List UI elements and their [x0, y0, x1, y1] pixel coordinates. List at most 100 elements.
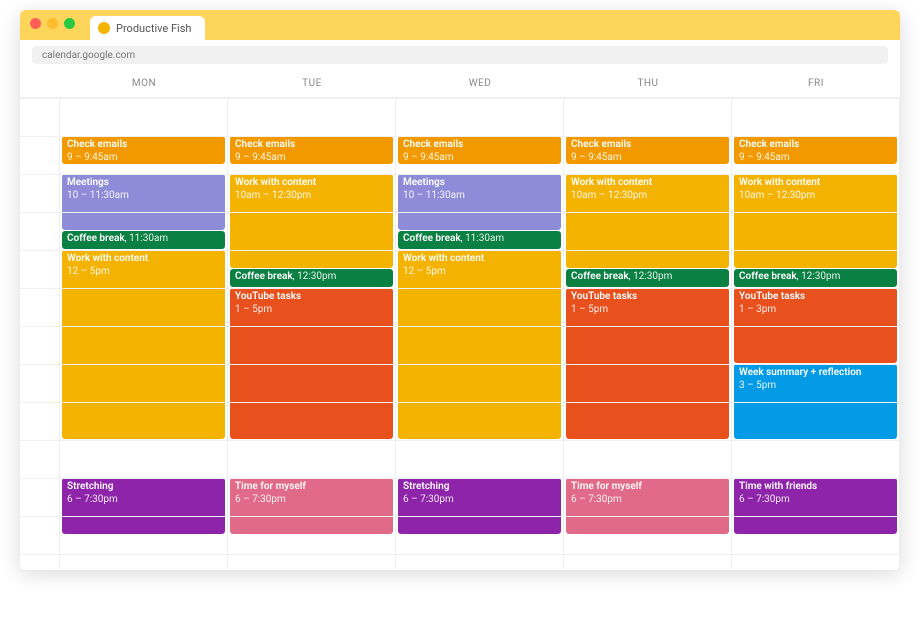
close-icon[interactable]	[30, 18, 41, 29]
event-title: Meetings	[67, 177, 220, 190]
event-title: Time for myself	[235, 481, 388, 494]
calendar-event[interactable]: Check emails9 – 9:45am	[566, 136, 729, 164]
event-title: Coffee break	[739, 271, 797, 282]
calendar-event[interactable]: YouTube tasks1 – 5pm	[566, 288, 729, 439]
calendar-event[interactable]: Work with content10am – 12:30pm	[230, 174, 393, 268]
event-time: 10am – 12:30pm	[571, 190, 724, 203]
day-column-fri[interactable]: Check emails9 – 9:45amWork with content1…	[732, 98, 900, 570]
maximize-icon[interactable]	[64, 18, 75, 29]
event-title: YouTube tasks	[235, 291, 388, 304]
event-time: 12 – 5pm	[403, 266, 556, 279]
event-title: Stretching	[403, 481, 556, 494]
calendar-event[interactable]: Check emails9 – 9:45am	[230, 136, 393, 164]
event-time: 6 – 7:30pm	[571, 494, 724, 507]
day-column-mon[interactable]: Check emails9 – 9:45am Meetings10 – 11:30…	[60, 98, 228, 570]
event-title: Check emails	[235, 139, 388, 152]
calendar-grid[interactable]: Check emails9 – 9:45amMeetings10 – 11:30…	[20, 98, 900, 570]
event-title: Coffee break	[235, 271, 293, 282]
calendar-event[interactable]: Stretching6 – 7:30pm	[398, 478, 561, 534]
event-time: 9 – 9:45am	[67, 152, 220, 164]
event-title: Work with content	[67, 253, 220, 266]
calendar-event[interactable]: YouTube tasks1 – 3pm	[734, 288, 897, 363]
calendar-event[interactable]: Work with content10am – 12:30pm	[566, 174, 729, 268]
event-time: 10am – 12:30pm	[235, 190, 388, 203]
calendar-event[interactable]: Meetings10 – 11:30am	[62, 174, 225, 230]
calendar-event[interactable]: Coffee break 12:30pm	[566, 269, 729, 287]
event-title: Work with content	[403, 253, 556, 266]
event-time: 6 – 7:30pm	[403, 494, 556, 507]
event-time: 6 – 7:30pm	[235, 494, 388, 507]
event-time: 11:30am	[129, 233, 168, 244]
calendar-event[interactable]: YouTube tasks1 – 5pm	[230, 288, 393, 439]
event-time: 9 – 9:45am	[571, 152, 724, 164]
event-title: Coffee break	[67, 233, 125, 244]
day-header-fri: FRI	[732, 70, 900, 98]
event-time: 12:30pm	[801, 271, 840, 282]
calendar-event[interactable]: Time for myself6 – 7:30pm	[230, 478, 393, 534]
event-title: Time for myself	[571, 481, 724, 494]
browser-window: Productive Fish calendar.google.com MON …	[20, 10, 900, 570]
event-time: 6 – 7:30pm	[67, 494, 220, 507]
calendar-event[interactable]: Time with friends6 – 7:30pm	[734, 478, 897, 534]
day-header-thu: THU	[564, 70, 732, 98]
calendar-event[interactable]: Check emails9 – 9:45am	[62, 136, 225, 164]
calendar-event[interactable]: Time for myself6 – 7:30pm	[566, 478, 729, 534]
address-bar[interactable]: calendar.google.com	[32, 46, 888, 64]
event-time: 1 – 5pm	[235, 304, 388, 317]
calendar-event[interactable]: Work with content12 – 5pm	[398, 250, 561, 439]
event-time: 9 – 9:45am	[403, 152, 556, 164]
event-time: 12 – 5pm	[67, 266, 220, 279]
event-time: 12:30pm	[633, 271, 672, 282]
window-controls	[30, 18, 75, 29]
day-header-mon: MON	[60, 70, 228, 98]
calendar-event[interactable]: Work with content12 – 5pm	[62, 250, 225, 439]
calendar-event[interactable]: Work with content10am – 12:30pm	[734, 174, 897, 268]
favicon-icon	[98, 22, 110, 34]
event-title: YouTube tasks	[571, 291, 724, 304]
day-headers: MON TUE WED THU FRI	[20, 70, 900, 98]
event-time: 9 – 9:45am	[739, 152, 892, 164]
event-title: Coffee break	[571, 271, 629, 282]
day-header-tue: TUE	[228, 70, 396, 98]
gutter-header	[20, 70, 60, 98]
event-title: Coffee break	[403, 233, 461, 244]
calendar-event[interactable]: Week summary + reflection3 – 5pm	[734, 364, 897, 439]
time-gutter	[20, 98, 60, 570]
address-text: calendar.google.com	[42, 50, 135, 61]
event-title: Check emails	[67, 139, 220, 152]
event-title: Work with content	[235, 177, 388, 190]
calendar-event[interactable]: Coffee break 11:30am	[398, 231, 561, 249]
event-title: Work with content	[739, 177, 892, 190]
day-column-wed[interactable]: Check emails9 – 9:45am Meetings10 – 11:30…	[396, 98, 564, 570]
day-column-tue[interactable]: Check emails9 – 9:45amWork with content1…	[228, 98, 396, 570]
browser-tab[interactable]: Productive Fish	[90, 16, 205, 40]
event-title: Meetings	[403, 177, 556, 190]
calendar-event[interactable]: Stretching6 – 7:30pm	[62, 478, 225, 534]
event-time: 6 – 7:30pm	[739, 494, 892, 507]
event-time: 11:30am	[465, 233, 504, 244]
calendar-event[interactable]: Check emails9 – 9:45am	[398, 136, 561, 164]
event-time: 1 – 3pm	[739, 304, 892, 317]
event-title: Check emails	[739, 139, 892, 152]
event-title: Stretching	[67, 481, 220, 494]
calendar-event[interactable]: Meetings10 – 11:30am	[398, 174, 561, 230]
event-time: 12:30pm	[297, 271, 336, 282]
minimize-icon[interactable]	[47, 18, 58, 29]
calendar-event[interactable]: Coffee break 11:30am	[62, 231, 225, 249]
calendar-event[interactable]: Coffee break 12:30pm	[734, 269, 897, 287]
event-title: Work with content	[571, 177, 724, 190]
event-title: Time with friends	[739, 481, 892, 494]
tab-title: Productive Fish	[116, 22, 191, 35]
address-bar-region: calendar.google.com	[20, 40, 900, 70]
event-time: 3 – 5pm	[739, 380, 892, 393]
titlebar: Productive Fish	[20, 10, 900, 40]
event-title: Check emails	[571, 139, 724, 152]
event-time: 10 – 11:30am	[403, 190, 556, 203]
event-time: 9 – 9:45am	[235, 152, 388, 164]
day-column-thu[interactable]: Check emails9 – 9:45amWork with content1…	[564, 98, 732, 570]
event-time: 10am – 12:30pm	[739, 190, 892, 203]
calendar-event[interactable]: Check emails9 – 9:45am	[734, 136, 897, 164]
calendar-event[interactable]: Coffee break 12:30pm	[230, 269, 393, 287]
day-header-wed: WED	[396, 70, 564, 98]
event-title: Check emails	[403, 139, 556, 152]
